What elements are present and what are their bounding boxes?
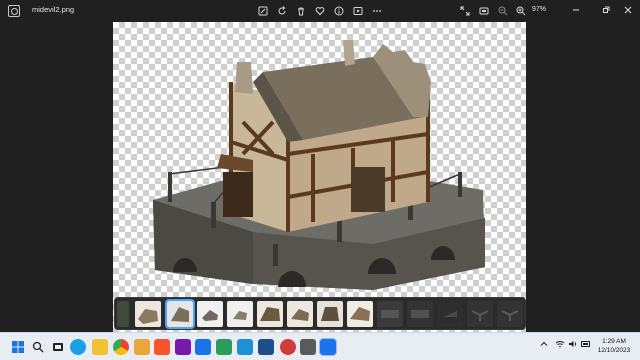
filmstrip-thumbnail[interactable] xyxy=(467,301,493,327)
info-icon[interactable] xyxy=(332,4,346,18)
close-icon[interactable] xyxy=(620,3,636,17)
document-icon[interactable] xyxy=(237,339,253,355)
filmstrip-thumbnail[interactable] xyxy=(347,301,373,327)
filmstrip-thumbnail[interactable] xyxy=(227,301,253,327)
chevron-up-icon[interactable] xyxy=(540,340,548,350)
media-icon[interactable] xyxy=(280,339,296,355)
title-bar: midevil2.png 97% xyxy=(0,0,640,22)
delete-icon[interactable] xyxy=(294,4,308,18)
search-icon[interactable] xyxy=(30,339,46,355)
maximize-icon[interactable] xyxy=(598,3,614,17)
filmstrip-thumbnail[interactable] xyxy=(197,301,223,327)
system-clock[interactable]: 1:29 AM 12/10/2023 xyxy=(596,337,632,355)
zoom-in-icon[interactable] xyxy=(514,4,528,18)
clock-time: 1:29 AM xyxy=(602,338,626,345)
medieval-house-image xyxy=(153,40,485,290)
taskbar: 1:29 AM 12/10/2023 xyxy=(0,332,640,360)
image-canvas[interactable] xyxy=(113,22,526,334)
battery-icon[interactable] xyxy=(581,340,591,350)
onenote-icon[interactable] xyxy=(175,339,191,355)
settings-icon[interactable] xyxy=(300,339,316,355)
filmstrip xyxy=(114,297,526,330)
favorite-icon[interactable] xyxy=(313,4,327,18)
filmstrip-thumbnail[interactable] xyxy=(497,301,523,327)
edit-icon[interactable] xyxy=(256,4,270,18)
clock-date: 12/10/2023 xyxy=(597,347,631,354)
filmstrip-thumbnail[interactable] xyxy=(407,301,433,327)
filmstrip-thumbnail[interactable] xyxy=(317,301,343,327)
fit-icon[interactable] xyxy=(477,4,491,18)
minimize-icon[interactable] xyxy=(568,3,584,17)
filmstrip-thumbnail[interactable] xyxy=(287,301,313,327)
file-name: midevil2.png xyxy=(32,5,75,14)
zoom-level[interactable]: 97% xyxy=(532,6,546,13)
explorer-icon[interactable] xyxy=(92,339,108,355)
filmstrip-thumbnail-selected[interactable] xyxy=(165,299,195,329)
zoom-out-icon[interactable] xyxy=(496,4,510,18)
filmstrip-thumbnail[interactable] xyxy=(135,301,161,327)
mail-icon[interactable] xyxy=(258,339,274,355)
photos-app-icon[interactable] xyxy=(319,338,337,356)
rotate-icon[interactable] xyxy=(275,4,289,18)
edge-icon[interactable] xyxy=(70,339,86,355)
maps-icon[interactable] xyxy=(216,339,232,355)
photos-app-window: midevil2.png 97% xyxy=(0,0,640,334)
slideshow-icon[interactable] xyxy=(351,4,365,18)
vscode-icon[interactable] xyxy=(195,339,211,355)
chrome-icon[interactable] xyxy=(113,339,129,355)
filmstrip-thumbnail[interactable] xyxy=(257,301,283,327)
wifi-icon[interactable] xyxy=(555,340,565,350)
photos-app-icon xyxy=(8,5,20,17)
expand-icon[interactable] xyxy=(458,4,472,18)
filmstrip-thumbnail[interactable] xyxy=(377,301,403,327)
more-icon[interactable] xyxy=(370,4,384,18)
filmstrip-thumbnail[interactable] xyxy=(437,301,463,327)
taskview-icon[interactable] xyxy=(50,339,66,355)
start-icon[interactable] xyxy=(10,339,26,355)
volume-icon[interactable] xyxy=(568,340,578,350)
filmstrip-thumbnail[interactable] xyxy=(117,301,129,327)
brave-icon[interactable] xyxy=(154,339,170,355)
firefox-icon[interactable] xyxy=(134,339,150,355)
